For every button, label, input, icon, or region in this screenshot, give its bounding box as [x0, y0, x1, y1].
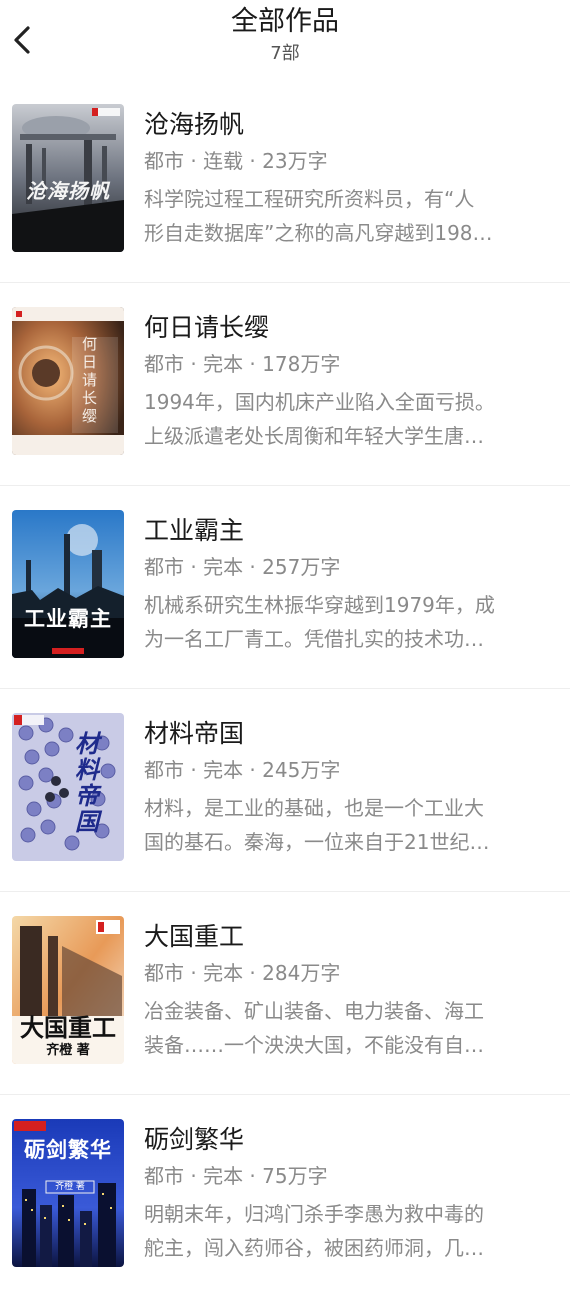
cover-author-text: 齐橙 著	[46, 1043, 90, 1058]
book-description: 材料，是工业的基础，也是一个工业大 国的基石。秦海，一位来自于21世纪…	[144, 791, 554, 859]
book-meta: 都市 · 完本 · 178万字	[144, 352, 341, 376]
page-title: 全部作品	[231, 6, 339, 37]
book-meta: 都市 · 完本 · 257万字	[144, 555, 341, 579]
book-description: 科学院过程工程研究所资料员，有“人 形自走数据库”之称的高凡穿越到198…	[144, 182, 554, 250]
factory-skyline-cover-image[interactable]: 工业霸主	[12, 510, 124, 658]
cover-title-text: 何日请长缨	[82, 335, 98, 425]
book-title: 何日请长缨	[144, 313, 270, 342]
description-line: 装备……一个泱泱大国，不能没有自…	[144, 1033, 484, 1057]
description-line: 明朝末年，归鸿门杀手李愚为救中毒的	[144, 1202, 484, 1226]
cover-title-text: 沧海扬帆	[26, 179, 110, 203]
book-description: 机械系研究生林振华穿越到1979年，成 为一名工厂青工。凭借扎实的技术功…	[144, 588, 554, 656]
cover-title-text: 砺剑繁华	[24, 1137, 112, 1162]
description-line: 上级派遣老处长周衡和年轻大学生唐…	[144, 424, 484, 448]
molecule-cover-image[interactable]: 材料帝国	[12, 713, 124, 861]
cover-title-text: 大国重工	[20, 1014, 116, 1042]
book-title: 材料帝国	[144, 719, 245, 748]
description-line: 冶金装备、矿山装备、电力装备、海工	[144, 999, 484, 1023]
book-description: 冶金装备、矿山装备、电力装备、海工 装备……一个泱泱大国，不能没有自…	[144, 994, 554, 1062]
book-meta: 都市 · 完本 · 75万字	[144, 1164, 328, 1188]
book-meta: 都市 · 连载 · 23万字	[144, 149, 328, 173]
description-line: 为一名工厂青工。凭借扎实的技术功…	[144, 627, 484, 651]
book-title: 大国重工	[144, 922, 245, 951]
description-line: 形自走数据库”之称的高凡穿越到198…	[144, 221, 493, 245]
description-line: 材料，是工业的基础，也是一个工业大	[144, 796, 484, 820]
works-count: 7部	[270, 43, 300, 64]
list-item-book-3[interactable]: 工业霸主 工业霸主 都市 · 完本 · 257万字 机械系研究生林振华穿越到19…	[0, 486, 570, 689]
list-item-book-6[interactable]: 砺剑繁华 齐橙 著 砺剑繁华 都市 · 完本 · 75万字 明朝末年，归鸿门杀手…	[0, 1095, 570, 1298]
description-line: 1994年，国内机床产业陷入全面亏损。	[144, 390, 495, 414]
book-title: 工业霸主	[144, 516, 245, 545]
heavy-industry-cover-image[interactable]: 大国重工 齐橙 著	[12, 916, 124, 1064]
machine-tool-cover-image[interactable]: 何日请长缨	[12, 307, 124, 455]
cover-author-text: 齐橙 著	[55, 1182, 85, 1192]
description-line: 舵主，闯入药师谷，被困药师洞，几…	[144, 1236, 484, 1260]
book-title: 砺剑繁华	[144, 1125, 245, 1154]
book-meta: 都市 · 完本 · 245万字	[144, 758, 341, 782]
book-description: 明朝末年，归鸿门杀手李愚为救中毒的 舵主，闯入药师谷，被困药师洞，几…	[144, 1197, 554, 1265]
city-night-cover-image[interactable]: 砺剑繁华 齐橙 著	[12, 1119, 124, 1267]
book-title: 沧海扬帆	[144, 110, 245, 139]
list-item-book-2[interactable]: 何日请长缨 何日请长缨 都市 · 完本 · 178万字 1994年，国内机床产业…	[0, 283, 570, 486]
description-line: 国的基石。秦海，一位来自于21世纪…	[144, 830, 490, 854]
cover-title-text: 工业霸主	[24, 606, 112, 631]
factory-cover-image[interactable]: 沧海扬帆	[12, 104, 124, 252]
cover-title-text: 材料帝国	[75, 729, 99, 836]
list-item-book-4[interactable]: 材料帝国 材料帝国 都市 · 完本 · 245万字 材料，是工业的基础，也是一个…	[0, 689, 570, 892]
book-list: 沧海扬帆 沧海扬帆 都市 · 连载 · 23万字 科学院过程工程研究所资料员，有…	[0, 80, 570, 1298]
book-description: 1994年，国内机床产业陷入全面亏损。 上级派遣老处长周衡和年轻大学生唐…	[144, 385, 554, 453]
top-bar: 全部作品 7部	[0, 0, 570, 80]
description-line: 科学院过程工程研究所资料员，有“人	[144, 187, 475, 211]
list-item-book-1[interactable]: 沧海扬帆 沧海扬帆 都市 · 连载 · 23万字 科学院过程工程研究所资料员，有…	[0, 80, 570, 283]
description-line: 机械系研究生林振华穿越到1979年，成	[144, 593, 495, 617]
list-item-book-5[interactable]: 大国重工 齐橙 著 大国重工 都市 · 完本 · 284万字 冶金装备、矿山装备…	[0, 892, 570, 1095]
book-meta: 都市 · 完本 · 284万字	[144, 961, 341, 985]
